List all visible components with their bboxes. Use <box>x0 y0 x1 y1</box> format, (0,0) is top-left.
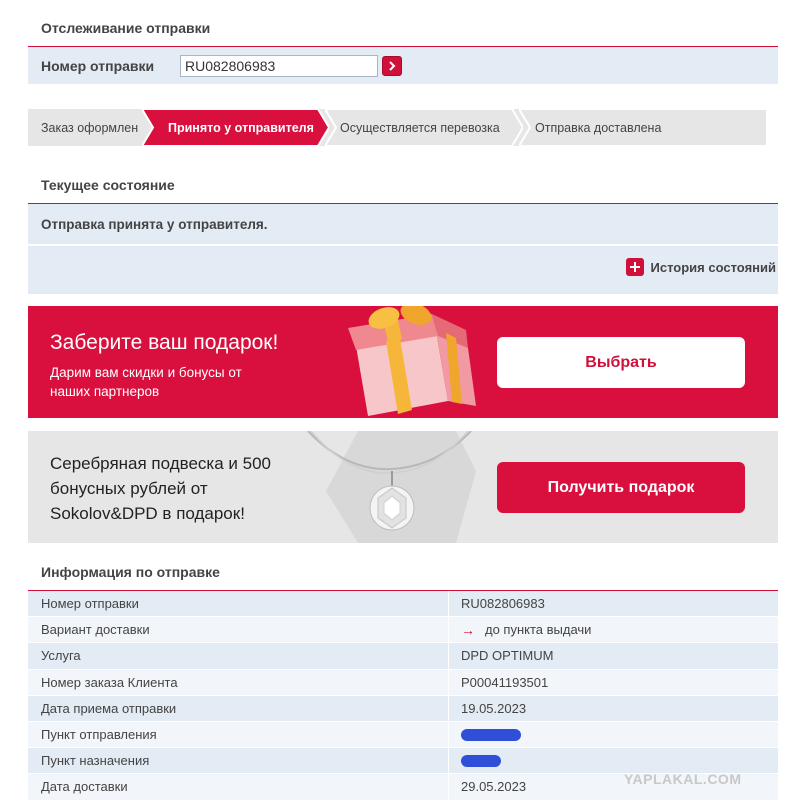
tracking-number-input[interactable] <box>180 54 378 77</box>
current-state-title: Текущее состояние <box>41 177 175 193</box>
pendant-promo-banner[interactable]: Серебряная подвеска и 500 бонусных рубле… <box>28 431 778 543</box>
row-label: Номер отправки <box>28 591 449 617</box>
row-label: Номер заказа Клиента <box>28 669 449 695</box>
redaction-scribble <box>461 754 501 767</box>
step-label: Отправка доставлена <box>535 120 662 135</box>
step-order-placed: Заказ оформлен <box>28 109 150 146</box>
history-label: История состояний <box>650 259 776 275</box>
promo-subtitle: Дарим вам скидки и бонусы от наших партн… <box>50 365 242 399</box>
watermark: YAPLAKAL.COM <box>624 771 742 787</box>
row-value: P00041193501 <box>461 674 549 690</box>
row-value: → до пункта выдачи <box>449 617 778 642</box>
step-in-transit: Осуществляется перевозка <box>325 109 523 146</box>
table-row: Пункт отправления <box>28 721 778 749</box>
step-label: Принято у отправителя <box>168 120 314 135</box>
table-row: Номер отправки RU082806983 <box>28 591 778 618</box>
shipment-info-table: Номер отправки RU082806983 Вариант доста… <box>28 591 778 801</box>
row-label: Дата доставки <box>28 774 449 800</box>
shipment-info-title: Информация по отправке <box>41 564 220 580</box>
tracking-title: Отслеживание отправки <box>41 20 211 36</box>
promo-title: Заберите ваш подарок! <box>50 331 279 354</box>
row-label: Пункт отправления <box>28 721 449 748</box>
tracking-number-row: Номер отправки <box>28 47 778 84</box>
row-value: DPD OPTIMUM <box>461 648 554 664</box>
tracking-number-label: Номер отправки <box>41 57 155 74</box>
table-row: Услуга DPD OPTIMUM <box>28 643 778 670</box>
step-label: Осуществляется перевозка <box>340 120 500 135</box>
row-value <box>449 748 778 773</box>
arrow-right-icon: → <box>461 621 475 638</box>
table-row: Номер заказа Клиента P00041193501 <box>28 669 778 696</box>
row-label: Пункт назначения <box>28 748 449 774</box>
table-row: Дата приема отправки 19.05.2023 <box>28 695 778 722</box>
gift-box-icon <box>348 306 476 416</box>
row-value <box>449 722 778 747</box>
redaction-scribble <box>461 728 521 741</box>
gift-promo-banner[interactable]: Заберите ваш подарок! Дарим вам скидки и… <box>28 306 778 418</box>
row-label: Дата приема отправки <box>28 695 449 721</box>
search-submit-button[interactable] <box>382 55 402 76</box>
table-row: Вариант доставки → до пункта выдачи <box>28 617 778 644</box>
history-toggle-button[interactable]: История состояний <box>625 258 776 276</box>
step-delivered: Отправка доставлена <box>519 109 767 146</box>
choose-gift-button[interactable]: Выбрать <box>497 337 745 388</box>
progress-steps: Заказ оформлен Принято у отправителя Осу… <box>28 109 767 146</box>
step-accepted-active: Принято у отправителя <box>142 109 329 146</box>
current-status-text: Отправка принята у отправителя. <box>28 204 778 245</box>
pendant-icon <box>307 431 476 543</box>
get-gift-button[interactable]: Получить подарок <box>497 462 745 513</box>
chevron-right-icon <box>389 60 396 71</box>
row-label: Вариант доставки <box>28 617 449 643</box>
promo-text: Серебряная подвеска и 500 бонусных рубле… <box>50 454 271 523</box>
row-value: 19.05.2023 <box>461 700 527 716</box>
history-row: История состояний <box>28 246 778 294</box>
step-label: Заказ оформлен <box>41 120 139 135</box>
row-value: RU082806983 <box>461 596 545 612</box>
plus-icon <box>625 258 644 276</box>
row-value-text: до пункта выдачи <box>485 622 592 638</box>
row-label: Услуга <box>28 643 449 669</box>
